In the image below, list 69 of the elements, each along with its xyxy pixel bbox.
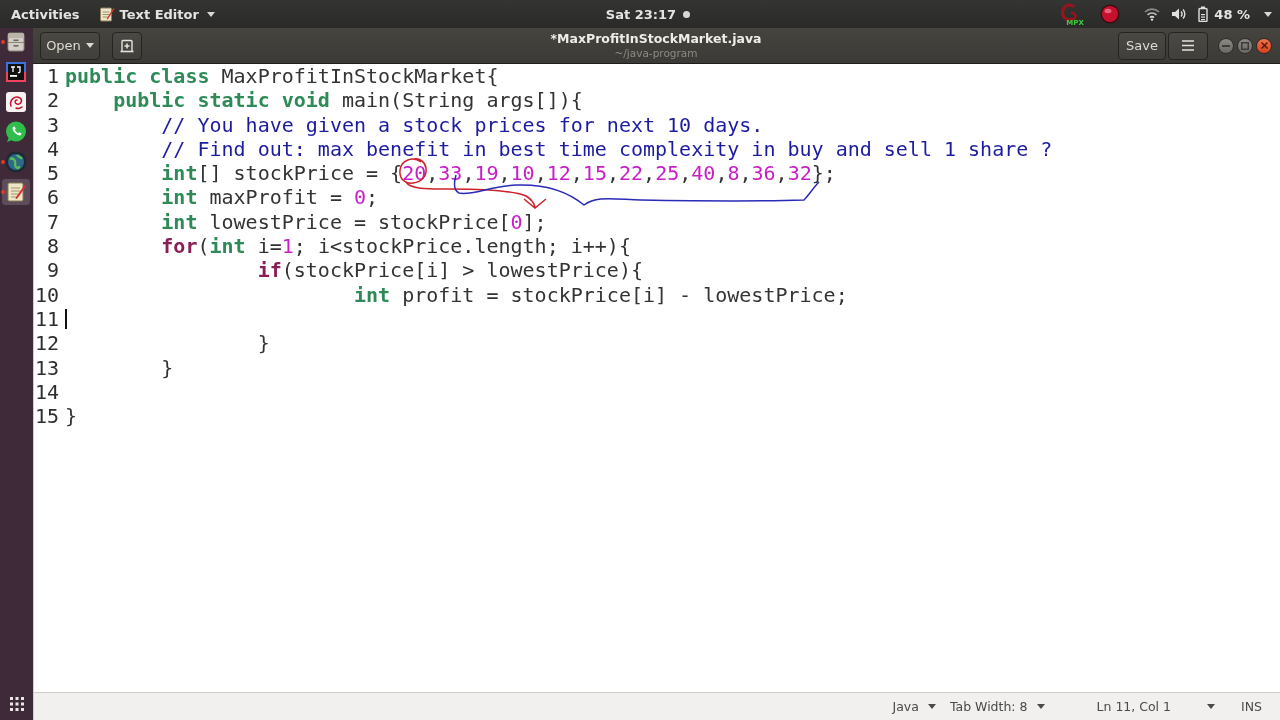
menu-button[interactable] — [1168, 31, 1208, 60]
close-button[interactable] — [1256, 37, 1272, 54]
code-line: int[] stockPrice = {20,33,19,10,12,15,22,25,40,8,36,32}; — [161, 161, 836, 186]
code-line: public static void main(String args[]){ — [113, 88, 583, 113]
record-icon[interactable] — [1100, 4, 1121, 24]
app-grid-icon[interactable] — [9, 697, 24, 711]
line-number: 8 — [45, 234, 59, 259]
code-line: // Find out: max benefit in best time complexity in buy and sell 1 share ? — [161, 136, 1053, 162]
code-line: for(int i=1; i<stockPrice.length; i++){ — [161, 234, 631, 259]
insert-mode: INS — [1241, 699, 1262, 714]
caret-icon — [1264, 11, 1272, 17]
notepad-icon — [4, 180, 28, 204]
volume-icon — [1171, 7, 1188, 21]
window-subtitle: ~/java-program — [614, 46, 698, 59]
line-number: 1 — [45, 64, 59, 89]
caret-icon — [85, 43, 94, 48]
dock-item[interactable] — [2, 179, 30, 205]
code-line: int lowestPrice = stockPrice[0]; — [161, 209, 547, 235]
line-number: 6 — [45, 185, 59, 210]
battery-icon — [1198, 6, 1209, 22]
new-document-button[interactable] — [112, 31, 142, 60]
code-line: // You have given a stock prices for next 10 days. — [161, 112, 764, 137]
line-number: 2 — [45, 88, 59, 113]
close-icon — [1260, 42, 1268, 49]
caret-icon — [927, 704, 936, 709]
line-number: 9 — [45, 258, 59, 283]
code-line: public class MaxProfitInStockMarket{ — [65, 64, 499, 89]
code-line: int profit = stockPrice[i] - lowestPrice; — [354, 282, 848, 307]
code-line: } — [161, 355, 174, 380]
cabinet-icon — [4, 30, 28, 54]
line-number: 3 — [45, 112, 59, 137]
menu-icon — [1182, 40, 1194, 51]
line-number: 14 — [34, 379, 59, 405]
app-menu-button[interactable]: Text Editor — [98, 0, 215, 28]
line-number: 11 — [34, 306, 59, 332]
line-number: 10 — [34, 282, 59, 307]
system-menu-button[interactable]: 48 % — [1144, 0, 1272, 28]
activities-button[interactable]: Activities — [0, 0, 90, 28]
line-number: 15 — [34, 404, 59, 429]
maximize-button[interactable] — [1237, 37, 1253, 54]
notepad-icon — [98, 6, 115, 22]
minimize-button[interactable] — [1218, 37, 1234, 54]
plus-document-icon — [120, 38, 134, 53]
open-button[interactable]: Open — [40, 31, 100, 60]
line-number: 7 — [45, 209, 59, 235]
save-button[interactable]: Save — [1118, 31, 1166, 60]
ide-icon — [4, 60, 28, 84]
line-number: 4 — [45, 136, 59, 162]
line-number: 12 — [34, 331, 59, 356]
cursor-position: Ln 11, Col 1 — [1096, 699, 1171, 714]
code-line: } — [65, 404, 78, 429]
tab-width-button[interactable]: Tab Width: 8 — [949, 699, 1045, 714]
caret-icon — [206, 11, 215, 17]
minimize-icon — [1222, 44, 1230, 47]
wifi-icon — [1144, 7, 1161, 21]
maximize-icon — [1241, 41, 1249, 50]
code-line: if(stockPrice[i] > lowestPrice){ — [257, 258, 643, 283]
swirl-tile-icon — [4, 90, 28, 114]
phone-bubble-icon — [4, 120, 28, 144]
caret-icon — [1207, 704, 1215, 709]
code-line: int maxProfit = 0; — [161, 185, 379, 210]
language-button[interactable]: Java — [892, 699, 936, 714]
caret-icon — [1036, 704, 1045, 709]
code-line: } — [257, 331, 270, 356]
clock-button[interactable]: Sat 23:17 — [605, 0, 691, 28]
window-title: *MaxProfitInStockMarket.java — [550, 32, 762, 47]
globe-icon — [4, 150, 28, 174]
line-number: 5 — [45, 161, 59, 186]
line-number: 13 — [34, 355, 59, 380]
